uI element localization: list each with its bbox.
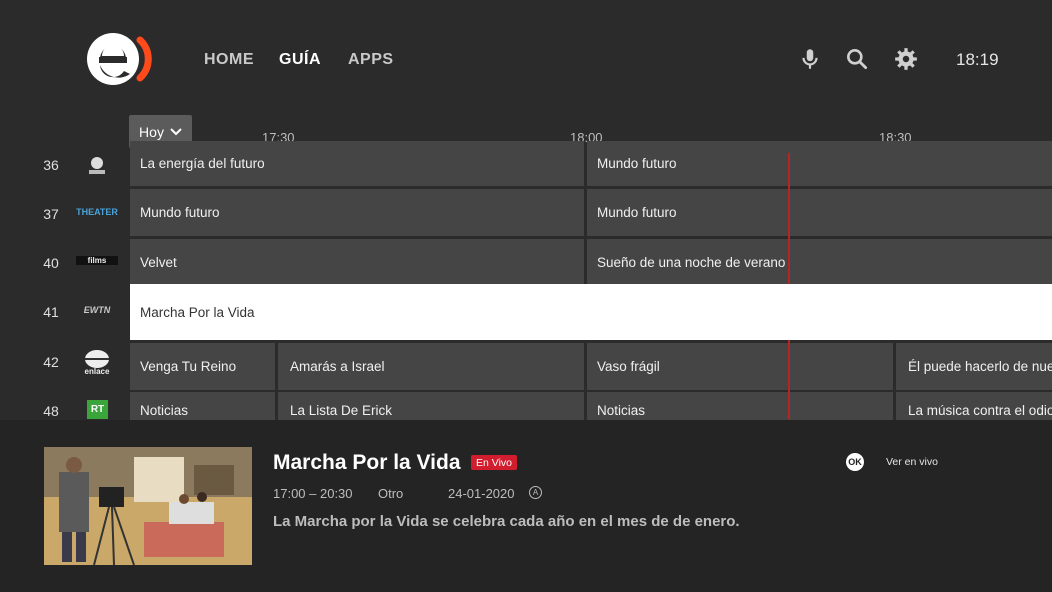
chevron-down-icon bbox=[170, 127, 182, 135]
program-title: Velvet bbox=[140, 255, 177, 270]
microphone-icon[interactable] bbox=[797, 46, 823, 72]
program-title: Vaso frágil bbox=[597, 359, 660, 374]
channel-number: 41 bbox=[43, 304, 59, 320]
program-cell-selected[interactable]: Marcha Por la Vida bbox=[130, 284, 1052, 340]
program-date: 24-01-2020 bbox=[448, 486, 515, 501]
program-cell[interactable]: Mundo futuro bbox=[587, 141, 1052, 186]
program-genre: Otro bbox=[378, 486, 404, 501]
nav-guia[interactable]: GUÍA bbox=[279, 51, 321, 69]
program-title: La música contra el odio bbox=[908, 403, 1052, 418]
program-title: Marcha Por la Vida bbox=[140, 304, 255, 320]
rating-icon: A bbox=[529, 486, 542, 499]
program-cell[interactable]: La Lista De Erick bbox=[278, 392, 584, 420]
channel-number: 40 bbox=[43, 255, 59, 271]
program-title: La Lista De Erick bbox=[290, 403, 393, 418]
program-cell[interactable]: Velvet bbox=[130, 239, 584, 286]
program-cell[interactable]: Sueño de una noche de verano bbox=[587, 239, 1052, 286]
channel-logo-37: THEATER bbox=[76, 207, 118, 217]
channel-logo-48: RT bbox=[87, 400, 108, 419]
program-cell[interactable]: Venga Tu Reino bbox=[130, 343, 275, 390]
program-title: Noticias bbox=[597, 403, 646, 418]
program-title: Mundo futuro bbox=[597, 205, 677, 220]
channel-logo-40: films bbox=[76, 256, 118, 265]
program-cell[interactable]: Él puede hacerlo de nuev bbox=[896, 343, 1052, 390]
program-title: La energía del futuro bbox=[140, 156, 265, 171]
program-title: Marcha Por la Vida bbox=[273, 451, 461, 474]
nav-home[interactable]: HOME bbox=[204, 51, 254, 69]
live-badge: En Vivo bbox=[471, 455, 517, 470]
program-title: Sueño de una noche de verano bbox=[597, 255, 786, 270]
program-cell[interactable]: Noticias bbox=[130, 392, 275, 420]
program-title: Noticias bbox=[140, 403, 189, 418]
program-title: Amarás a Israel bbox=[290, 359, 385, 374]
channel-number: 37 bbox=[43, 206, 59, 222]
program-time: 17:00 – 20:30 bbox=[273, 486, 353, 501]
channel-logo-41: EWTN bbox=[83, 305, 111, 315]
current-time-mask bbox=[788, 284, 790, 340]
brand-logo bbox=[87, 33, 152, 85]
channel-number: 48 bbox=[43, 403, 59, 419]
channel-logo-42: enlace bbox=[85, 350, 110, 376]
program-cell[interactable]: Vaso frágil bbox=[587, 343, 893, 390]
program-cell[interactable]: Noticias bbox=[587, 392, 893, 420]
search-icon[interactable] bbox=[844, 46, 870, 72]
program-cell[interactable]: Mundo futuro bbox=[587, 189, 1052, 236]
program-cell[interactable]: La música contra el odio bbox=[896, 392, 1052, 420]
program-title: Mundo futuro bbox=[140, 205, 220, 220]
program-thumbnail bbox=[44, 447, 252, 565]
watch-live-action[interactable]: Ver en vivo bbox=[886, 456, 938, 468]
program-title: Él puede hacerlo de nuev bbox=[908, 359, 1052, 374]
gear-icon[interactable] bbox=[893, 46, 919, 72]
program-title: Mundo futuro bbox=[597, 156, 677, 171]
nav-apps[interactable]: APPS bbox=[348, 51, 394, 69]
channel-number: 36 bbox=[43, 157, 59, 173]
program-cell[interactable]: Amarás a Israel bbox=[278, 343, 584, 390]
program-description: La Marcha por la Vida se celebra cada añ… bbox=[273, 513, 740, 530]
svg-text:enlace: enlace bbox=[85, 367, 110, 376]
channel-logo-36 bbox=[89, 157, 105, 174]
program-cell[interactable]: Mundo futuro bbox=[130, 189, 584, 236]
channel-number: 42 bbox=[43, 354, 59, 370]
program-title: Venga Tu Reino bbox=[140, 359, 237, 374]
clock: 18:19 bbox=[956, 50, 999, 69]
program-cell[interactable]: La energía del futuro bbox=[130, 141, 584, 186]
day-label: Hoy bbox=[139, 123, 164, 140]
ok-key-icon: OK bbox=[846, 453, 864, 471]
